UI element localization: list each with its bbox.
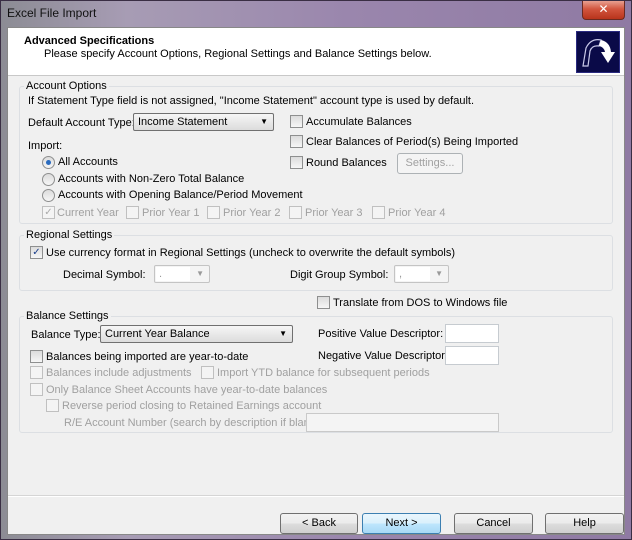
default-account-type-select[interactable]: Income Statement ▼ (133, 113, 274, 131)
checkbox-prior-year-3-label: Prior Year 3 (305, 207, 363, 219)
wizard-arrow-icon (576, 31, 620, 73)
checkbox-prior-year-1[interactable] (126, 206, 139, 219)
title-bar: Excel File Import ✕ (1, 1, 631, 25)
wizard-header: Advanced Specifications Please specify A… (8, 28, 624, 76)
checkbox-reverse-period-closing-label: Reverse period closing to Retained Earni… (62, 400, 322, 412)
checkbox-ytd-balances-label: Balances being imported are year-to-date (46, 351, 249, 363)
re-account-number-label: R/E Account Number (search by descriptio… (64, 417, 323, 429)
decimal-symbol-select[interactable]: . ▼ (154, 265, 210, 283)
decimal-symbol-value: . (159, 268, 163, 280)
window-title: Excel File Import (7, 6, 97, 20)
next-button[interactable]: Next > (362, 513, 441, 534)
checkbox-only-balance-sheet[interactable] (30, 383, 43, 396)
checkbox-round-balances[interactable] (290, 156, 303, 169)
chevron-down-icon: ▼ (260, 117, 268, 126)
checkbox-round-balances-label: Round Balances (306, 157, 387, 169)
positive-descriptor-input[interactable] (445, 324, 499, 343)
balance-type-label: Balance Type: (31, 329, 101, 341)
regional-settings-group: Regional Settings (19, 229, 613, 291)
balance-settings-legend: Balance Settings (24, 310, 111, 322)
checkbox-accumulate-balances[interactable] (290, 115, 303, 128)
page-subtitle: Please specify Account Options, Regional… (44, 48, 432, 60)
close-icon: ✕ (598, 2, 609, 16)
chevron-down-icon: ▼ (279, 329, 287, 338)
digit-group-symbol-label: Digit Group Symbol: (290, 269, 389, 281)
checkbox-current-year-label: Current Year (57, 207, 119, 219)
default-account-type-label: Default Account Type: (28, 117, 135, 129)
default-account-type-value: Income Statement (138, 116, 228, 128)
excel-file-import-window: Excel File Import ✕ Advanced Specificati… (0, 0, 632, 540)
negative-descriptor-label: Negative Value Descriptor: (318, 350, 449, 362)
positive-descriptor-label: Positive Value Descriptor: (318, 328, 444, 340)
checkbox-only-balance-sheet-label: Only Balance Sheet Accounts have year-to… (46, 384, 328, 396)
checkbox-translate-dos[interactable] (317, 296, 330, 309)
checkbox-import-ytd-subsequent[interactable] (201, 366, 214, 379)
radio-all-accounts[interactable] (42, 156, 55, 169)
radio-non-zero-balance-label: Accounts with Non-Zero Total Balance (58, 173, 245, 185)
checkbox-import-ytd-subsequent-label: Import YTD balance for subsequent period… (217, 367, 430, 379)
checkbox-current-year[interactable]: ✓ (42, 206, 55, 219)
checkbox-accumulate-balances-label: Accumulate Balances (306, 116, 412, 128)
digit-group-symbol-select[interactable]: , ▼ (394, 265, 449, 283)
cancel-button[interactable]: Cancel (454, 513, 533, 534)
help-button[interactable]: Help (545, 513, 624, 534)
digit-group-symbol-value: , (399, 268, 403, 280)
checkbox-use-currency-format-label: Use currency format in Regional Settings… (46, 247, 456, 259)
re-account-number-input[interactable] (306, 413, 499, 432)
account-type-note: If Statement Type field is not assigned,… (28, 95, 475, 107)
footer-divider (8, 495, 624, 496)
checkbox-reverse-period-closing[interactable] (46, 399, 59, 412)
account-options-legend: Account Options (24, 80, 109, 92)
dialog-client-area: Advanced Specifications Please specify A… (7, 27, 625, 535)
decimal-symbol-label: Decimal Symbol: (63, 269, 146, 281)
checkbox-prior-year-4[interactable] (372, 206, 385, 219)
round-settings-button[interactable]: Settings... (397, 153, 463, 174)
radio-all-accounts-label: All Accounts (58, 156, 118, 168)
checkbox-prior-year-2-label: Prior Year 2 (223, 207, 281, 219)
radio-opening-balance-label: Accounts with Opening Balance/Period Mov… (58, 189, 303, 201)
checkbox-prior-year-3[interactable] (289, 206, 302, 219)
checkbox-prior-year-2[interactable] (207, 206, 220, 219)
balance-type-value: Current Year Balance (105, 328, 210, 340)
close-button[interactable]: ✕ (582, 1, 625, 20)
checkbox-clear-balances-label: Clear Balances of Period(s) Being Import… (306, 136, 519, 148)
chevron-down-icon: ▼ (435, 269, 443, 278)
checkbox-include-adjustments-label: Balances include adjustments (46, 367, 192, 379)
negative-descriptor-input[interactable] (445, 346, 499, 365)
checkbox-include-adjustments[interactable] (30, 366, 43, 379)
radio-non-zero-balance[interactable] (42, 173, 55, 186)
back-button[interactable]: < Back (280, 513, 358, 534)
checkbox-clear-balances[interactable] (290, 135, 303, 148)
regional-settings-legend: Regional Settings (24, 229, 115, 241)
checkbox-translate-dos-label: Translate from DOS to Windows file (333, 297, 508, 309)
checkbox-use-currency-format[interactable]: ✓ (30, 246, 43, 259)
page-title: Advanced Specifications (24, 35, 155, 47)
checkbox-ytd-balances[interactable] (30, 350, 43, 363)
checkbox-prior-year-4-label: Prior Year 4 (388, 207, 446, 219)
import-label: Import: (28, 140, 63, 152)
radio-opening-balance[interactable] (42, 189, 55, 202)
checkbox-prior-year-1-label: Prior Year 1 (142, 207, 200, 219)
balance-type-select[interactable]: Current Year Balance ▼ (100, 325, 293, 343)
chevron-down-icon: ▼ (196, 269, 204, 278)
